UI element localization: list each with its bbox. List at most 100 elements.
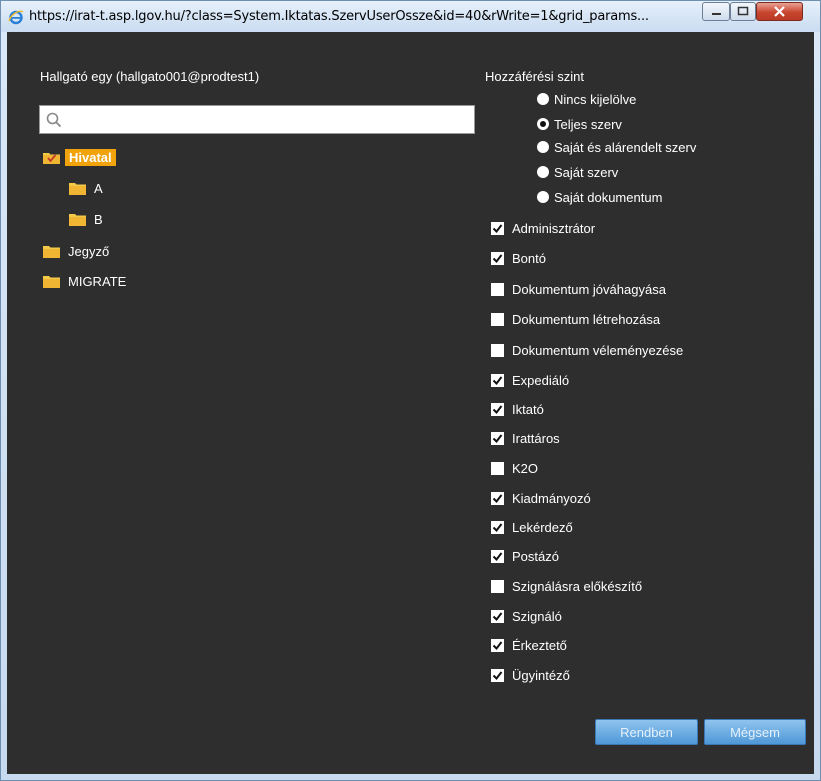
maximize-icon [737, 6, 749, 16]
radio-label: Saját dokumentum [554, 189, 663, 205]
tree-item-b[interactable]: B [69, 208, 103, 230]
radio-label: Nincs kijelölve [554, 91, 637, 107]
folder-icon [69, 182, 86, 195]
folder-icon [43, 245, 60, 258]
minimize-icon [712, 13, 721, 15]
checkmark-icon [492, 375, 503, 385]
checkbox-checked[interactable] [491, 520, 504, 534]
checkbox-checked[interactable] [491, 491, 504, 505]
tree-item-label: Hivatal [65, 148, 116, 166]
checkbox-label: Bontó [512, 250, 546, 266]
checkbox-dokumentum-velemenyezese[interactable]: Dokumentum véleményezése [491, 340, 683, 360]
radio-button[interactable] [537, 191, 549, 203]
tree-item-jegyzo[interactable]: Jegyző [43, 240, 109, 262]
checkbox-iktato[interactable]: Iktató [491, 399, 544, 419]
checkbox-szignalo[interactable]: Szignáló [491, 606, 562, 626]
checkbox-label: Kiadmányozó [512, 490, 591, 506]
access-level-title: Hozzáférési szint [485, 69, 584, 84]
radio-label: Saját szerv [554, 164, 619, 180]
close-icon [774, 6, 785, 17]
checkbox-erkezteto[interactable]: Érkeztető [491, 635, 567, 655]
radio-label: Saját és alárendelt szerv [554, 139, 697, 155]
checkmark-icon [492, 404, 503, 414]
radio-sajat-dokumentum[interactable]: Saját dokumentum [537, 188, 662, 206]
radio-button[interactable] [537, 166, 549, 178]
checkbox-label: Érkeztető [512, 637, 567, 653]
tree-item-label: MIGRATE [68, 273, 127, 289]
dialog-content: Hallgató egy (hallgato001@prodtest1) Hiv… [7, 32, 814, 774]
tree-item-label: Jegyző [68, 243, 110, 259]
checkbox-checked[interactable] [491, 668, 504, 682]
checkbox-kiadmanyozo[interactable]: Kiadmányozó [491, 488, 591, 508]
checkbox-checked[interactable] [491, 402, 504, 416]
title-bar: https://irat-t.asp.lgov.hu/?class=System… [1, 1, 820, 32]
radio-button[interactable] [537, 93, 549, 105]
checkbox-ugyintezo[interactable]: Ügyintéző [491, 665, 570, 685]
window-title: https://irat-t.asp.lgov.hu/?class=System… [29, 9, 649, 24]
checkbox-label: Lekérdező [512, 519, 573, 535]
checkbox-label: Szignáló [512, 608, 562, 624]
cancel-button[interactable]: Mégsem [704, 719, 806, 745]
checkbox-label: Szignálásra előkészítő [512, 578, 643, 594]
folder-icon [69, 213, 86, 226]
checkmark-icon [492, 670, 503, 680]
checkmark-icon [492, 522, 503, 532]
radio-nincs-kijelolve[interactable]: Nincs kijelölve [537, 90, 636, 108]
radio-teljes-szerv[interactable]: Teljes szerv [537, 115, 622, 133]
checkbox-bonto[interactable]: Bontó [491, 248, 546, 268]
tree-item-migrate[interactable]: MIGRATE [43, 270, 126, 292]
checkbox-unchecked[interactable] [491, 461, 504, 475]
radio-sajat-es-alarendelt-szerv[interactable]: Saját és alárendelt szerv [537, 138, 696, 156]
user-label: Hallgató egy (hallgato001@prodtest1) [40, 69, 260, 84]
checkbox-irattaros[interactable]: Irattáros [491, 428, 560, 448]
checkbox-unchecked[interactable] [491, 579, 504, 593]
checkbox-checked[interactable] [491, 251, 504, 265]
checkbox-label: Iktató [512, 401, 544, 417]
search-icon [46, 112, 62, 128]
close-window-button[interactable] [756, 2, 803, 21]
radio-button-selected[interactable] [537, 118, 549, 130]
maximize-button[interactable] [730, 2, 756, 21]
checkbox-lekerdezo[interactable]: Lekérdező [491, 517, 573, 537]
checkmark-icon [492, 493, 503, 503]
checkbox-label: K2O [512, 460, 539, 476]
checkbox-postazo[interactable]: Postázó [491, 546, 559, 566]
radio-button[interactable] [537, 141, 549, 153]
checkmark-icon [492, 223, 503, 233]
checkbox-dokumentum-jovahagyasa[interactable]: Dokumentum jóváhagyása [491, 279, 666, 299]
checkbox-checked[interactable] [491, 373, 504, 387]
checkbox-adminisztrator[interactable]: Adminisztrátor [491, 218, 595, 238]
browser-popup-window: https://irat-t.asp.lgov.hu/?class=System… [0, 0, 821, 781]
checkbox-label: Ügyintéző [512, 667, 570, 683]
checkbox-label: Dokumentum véleményezése [512, 342, 684, 358]
folder-checked-icon [43, 151, 60, 164]
radio-label: Teljes szerv [554, 116, 622, 132]
checkbox-checked[interactable] [491, 431, 504, 445]
checkbox-checked[interactable] [491, 638, 504, 652]
checkbox-checked[interactable] [491, 221, 504, 235]
search-input[interactable] [39, 105, 475, 134]
checkmark-icon [492, 433, 503, 443]
internet-explorer-icon [8, 9, 24, 25]
checkmark-icon [492, 611, 503, 621]
minimize-button[interactable] [702, 2, 730, 21]
checkbox-k2o[interactable]: K2O [491, 458, 538, 478]
checkbox-expedialo[interactable]: Expediáló [491, 370, 569, 390]
checkbox-unchecked[interactable] [491, 282, 504, 296]
ok-button[interactable]: Rendben [595, 719, 698, 745]
checkbox-unchecked[interactable] [491, 343, 504, 357]
checkbox-label: Adminisztrátor [512, 220, 596, 236]
checkbox-szignalasra-elokeszito[interactable]: Szignálásra előkészítő [491, 576, 642, 596]
radio-sajat-szerv[interactable]: Saját szerv [537, 163, 618, 181]
tree-item-a[interactable]: A [69, 177, 103, 199]
checkbox-label: Expediáló [512, 372, 570, 388]
tree-item-label: A [94, 180, 103, 196]
checkbox-checked[interactable] [491, 609, 504, 623]
checkbox-dokumentum-letrehozasa[interactable]: Dokumentum létrehozása [491, 309, 660, 329]
checkbox-label: Dokumentum jóváhagyása [512, 281, 666, 297]
checkmark-icon [492, 640, 503, 650]
checkbox-checked[interactable] [491, 549, 504, 563]
checkbox-unchecked[interactable] [491, 312, 504, 326]
tree-item-hivatal[interactable]: Hivatal [43, 146, 116, 168]
tree-item-label: B [94, 211, 103, 227]
